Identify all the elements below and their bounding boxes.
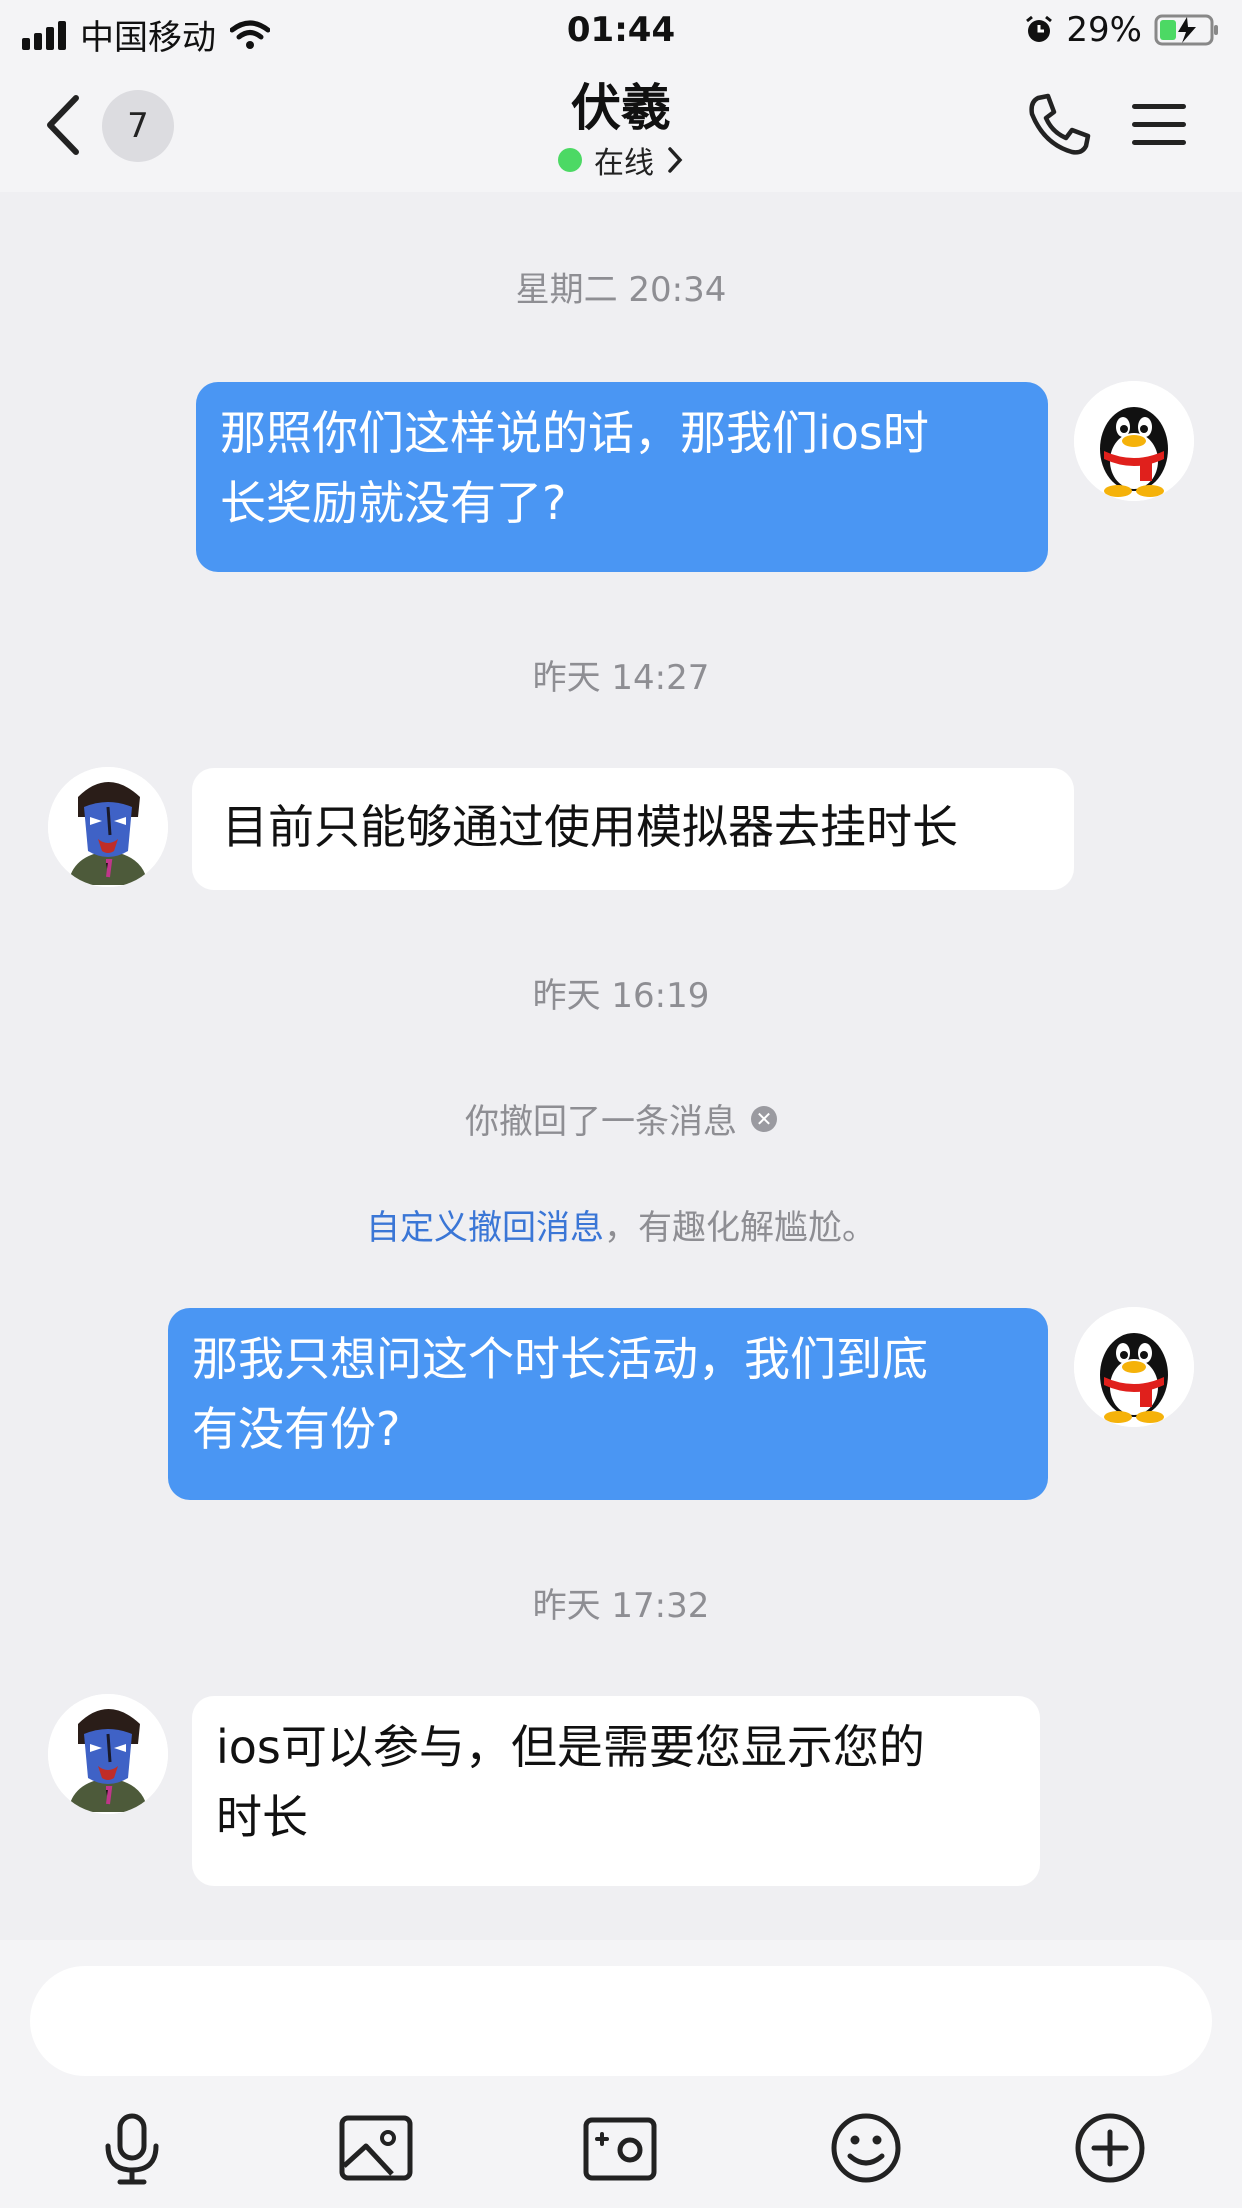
timestamp: 昨天 17:32 — [532, 1586, 710, 1626]
recall-tip: 自定义撤回消息，有趣化解尴尬。 — [0, 1200, 1242, 1249]
custom-recall-link[interactable]: 自定义撤回消息 — [366, 1208, 604, 1248]
tip-text: ，有趣化解尴尬。 — [604, 1208, 876, 1248]
online-dot-icon — [558, 148, 582, 172]
message-bubble-sent[interactable]: 那我只想问这个时长活动，我们到底 有没有份? — [168, 1308, 1048, 1500]
penguin-avatar-icon — [1074, 1307, 1194, 1427]
image-icon[interactable] — [336, 2108, 416, 2188]
message-line: 目前只能够通过使用模拟器去挂时长 — [222, 800, 958, 854]
input-panel — [0, 1940, 1242, 2208]
timestamp: 昨天 16:19 — [532, 976, 710, 1016]
battery-percent: 29% — [1066, 10, 1142, 50]
my-avatar[interactable] — [1074, 381, 1194, 501]
penguin-avatar-icon — [1074, 381, 1194, 501]
status-right: 29% — [1024, 10, 1220, 50]
menu-icon[interactable] — [1130, 100, 1188, 150]
timestamp: 星期二 20:34 — [515, 270, 727, 310]
plus-icon[interactable] — [1070, 2108, 1150, 2188]
contact-avatar[interactable] — [48, 767, 168, 887]
message-line: 长奖励就没有了? — [220, 476, 567, 530]
status-bar: 中国移动 01:44 29% — [0, 0, 1242, 62]
recall-notice: 你撤回了一条消息 ✕ — [0, 1094, 1242, 1143]
online-status-label: 在线 — [594, 146, 654, 181]
opera-mask-avatar-icon — [48, 1694, 168, 1814]
camera-icon[interactable] — [580, 2108, 660, 2188]
message-line: 那照你们这样说的话，那我们ios时 — [220, 406, 929, 460]
emoji-icon[interactable] — [826, 2108, 906, 2188]
microphone-icon[interactable] — [92, 2108, 172, 2188]
close-icon[interactable]: ✕ — [751, 1105, 777, 1132]
message-line: 那我只想问这个时长活动，我们到底 — [192, 1332, 928, 1386]
chevron-right-icon — [668, 147, 683, 173]
message-bubble-sent[interactable]: 那照你们这样说的话，那我们ios时 长奖励就没有了? — [196, 382, 1048, 572]
message-line: ios可以参与，但是需要您显示您的 — [216, 1720, 925, 1774]
message-line: 有没有份? — [192, 1402, 401, 1456]
contact-avatar[interactable] — [48, 1694, 168, 1814]
message-bubble-received[interactable]: ios可以参与，但是需要您显示您的 时长 — [192, 1696, 1040, 1886]
battery-charging-icon — [1154, 14, 1218, 46]
message-bubble-received[interactable]: 目前只能够通过使用模拟器去挂时长 — [192, 768, 1074, 890]
phone-icon[interactable] — [1024, 90, 1094, 160]
timestamp: 昨天 14:27 — [532, 658, 710, 698]
alarm-icon — [1026, 15, 1053, 42]
message-line: 时长 — [216, 1790, 308, 1844]
opera-mask-avatar-icon — [48, 767, 168, 887]
nav-bar: 7 伏羲 在线 — [0, 62, 1242, 192]
message-input[interactable] — [30, 1966, 1212, 2076]
recall-text: 你撤回了一条消息 — [465, 1102, 737, 1142]
my-avatar[interactable] — [1074, 1307, 1194, 1427]
